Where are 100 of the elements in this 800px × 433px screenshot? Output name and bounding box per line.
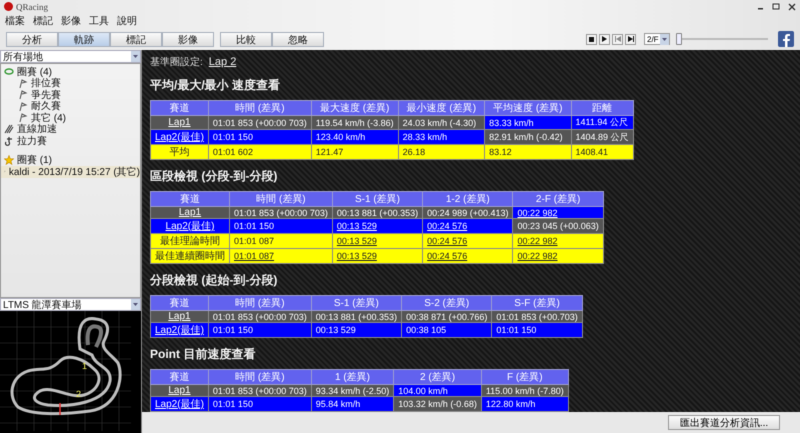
- cell-link[interactable]: 00:22 982: [517, 251, 558, 261]
- tab[interactable]: 影像: [162, 32, 214, 46]
- table-cell: 平均: [150, 144, 208, 160]
- table-cell: 01:01 853 (+00:00 703): [208, 310, 312, 322]
- section-title: 平均/最大/最小 速度查看: [150, 77, 282, 94]
- menu-item[interactable]: 檔案: [5, 14, 25, 28]
- column-header: 時間 (差異): [208, 370, 312, 384]
- stop-button[interactable]: [586, 34, 597, 44]
- cell-link[interactable]: Lap1: [168, 117, 191, 128]
- cell-link[interactable]: 00:13 529: [336, 251, 377, 261]
- tree-item-label: 圈賽 (1): [17, 154, 52, 168]
- column-header: 時間 (差異): [230, 192, 332, 206]
- app-icon: [4, 2, 13, 11]
- cell-link[interactable]: 00:13 529: [336, 236, 377, 246]
- loop-icon: [4, 68, 14, 76]
- facebook-icon[interactable]: [778, 31, 794, 47]
- cell-link[interactable]: 00:22 982: [517, 236, 558, 246]
- play-button[interactable]: [599, 34, 610, 44]
- column-header: 賽道: [150, 296, 208, 310]
- table-cell: 104.00 km/h: [394, 384, 482, 396]
- table-cell: 115.00 km/h (-7.80): [481, 384, 568, 396]
- close-icon[interactable]: [788, 2, 796, 10]
- speed-dropdown[interactable]: 2/F: [644, 33, 670, 45]
- maximize-icon[interactable]: [772, 3, 780, 10]
- window-title: QRacing: [16, 2, 48, 12]
- skip-forward-button[interactable]: [625, 34, 636, 44]
- skip-back-icon: [614, 36, 620, 42]
- tree-item-label: 其它 (4): [31, 112, 66, 124]
- tab[interactable]: 忽略: [272, 32, 324, 46]
- tab[interactable]: 比較: [220, 32, 272, 46]
- column-header: 賽道: [150, 370, 208, 384]
- play-icon: [602, 36, 607, 42]
- tree-item-label: 爭先賽: [31, 88, 61, 101]
- table-cell: 24.03 km/h (-4.30): [398, 116, 485, 130]
- cell-link[interactable]: Lap2(最佳): [166, 221, 214, 232]
- column-header: 1-2 (差異): [422, 192, 513, 206]
- reference-lap-link[interactable]: Lap 2: [208, 56, 236, 68]
- cell-link[interactable]: Lap2(最佳): [155, 132, 204, 143]
- table-cell: 103.32 km/h (-0.68): [394, 396, 482, 412]
- tree-item[interactable]: 排位賽: [1, 78, 140, 89]
- cell-link[interactable]: Lap2(最佳): [155, 399, 204, 410]
- cell-link[interactable]: Lap1: [178, 207, 202, 218]
- menu-item[interactable]: 工具: [89, 14, 109, 28]
- tree-item[interactable]: 拉力賽: [1, 135, 140, 146]
- tab[interactable]: 軌跡: [58, 32, 110, 46]
- cell-link[interactable]: Lap1: [168, 385, 191, 396]
- table-cell: 01:01 602: [208, 144, 312, 160]
- column-header: 1 (差異): [311, 370, 394, 384]
- slider-thumb[interactable]: [676, 33, 682, 45]
- tree-item-label: 排位賽: [31, 78, 61, 90]
- table-cell: 00:24 989 (+00.413): [422, 206, 513, 218]
- section-title: Point 目前速度查看: [150, 346, 256, 363]
- cell-link[interactable]: 00:24 576: [427, 221, 468, 231]
- column-header: 2-F (差異): [512, 192, 604, 206]
- tree-item[interactable]: 其它 (4): [1, 112, 140, 124]
- table-cell: 01:01 853 (+00.703): [492, 310, 582, 322]
- tree-item[interactable]: 直線加速: [1, 124, 140, 135]
- tab[interactable]: 分析: [6, 32, 58, 46]
- table-cell: 01:01 150: [208, 130, 312, 144]
- table-cell: 95.84 km/h: [311, 396, 394, 412]
- menu-item[interactable]: 說明: [117, 14, 137, 28]
- tree-item[interactable]: kaldi - 2013/7/19 15:27 (其它): [1, 166, 140, 178]
- table-cell: 121.47: [311, 144, 398, 160]
- venue-dropdown[interactable]: 所有場地: [0, 50, 141, 63]
- cell-link[interactable]: 00:22 982: [517, 208, 558, 218]
- star-icon: [4, 155, 14, 166]
- tree-item[interactable]: 圈賽 (1): [1, 154, 140, 166]
- column-header: 最大速度 (差異): [311, 100, 398, 116]
- caret-icon: [662, 38, 667, 40]
- tab[interactable]: 標記: [110, 32, 162, 46]
- column-header: 時間 (差異): [208, 100, 312, 116]
- track-dropdown[interactable]: LTMS 龍潭賽車場: [0, 298, 141, 311]
- menu-item[interactable]: 標記: [33, 14, 53, 28]
- tree-item-label: 直線加速: [17, 124, 57, 136]
- table-cell: 1404.89 公尺: [571, 130, 634, 144]
- tree-item[interactable]: 爭先賽: [1, 89, 140, 100]
- table-cell: 01:01 853 (+00:00 703): [208, 116, 312, 130]
- column-header: 平均速度 (差異): [484, 100, 572, 116]
- table-cell: 01:01 853 (+00:00 703): [230, 206, 332, 218]
- table-cell: 00:38 871 (+00.766): [402, 310, 492, 322]
- table-cell: 01:01 087: [230, 234, 332, 248]
- cell-link[interactable]: Lap1: [168, 311, 191, 322]
- tree-item[interactable]: 耐久賽: [1, 100, 140, 112]
- cell-link[interactable]: Lap2(最佳): [155, 325, 204, 336]
- cell-link[interactable]: 00:24 576: [427, 251, 468, 261]
- table-cell: 最佳連續圈時間: [150, 248, 230, 264]
- export-button[interactable]: 匯出賽道分析資訊...: [668, 415, 780, 430]
- cell-link[interactable]: 01:01 087: [234, 251, 274, 261]
- tree-item[interactable]: 圈賽 (4): [1, 66, 140, 78]
- cell-link[interactable]: 00:24 576: [427, 236, 468, 246]
- menu-item[interactable]: 影像: [61, 14, 81, 28]
- table-cell: 01:01 853 (+00:00 703): [208, 384, 312, 396]
- cell-link[interactable]: 00:13 529: [336, 221, 377, 231]
- column-header: S-1 (差異): [332, 192, 423, 206]
- column-header: 賽道: [150, 100, 208, 116]
- table-cell: 01:01 150: [208, 322, 312, 338]
- table-cell: 1408.41: [571, 144, 634, 160]
- section-title: 區段檢視 (分段-到-分段): [150, 168, 278, 185]
- caret-icon: [133, 303, 138, 306]
- reference-label: 基準圈設定:: [150, 56, 203, 69]
